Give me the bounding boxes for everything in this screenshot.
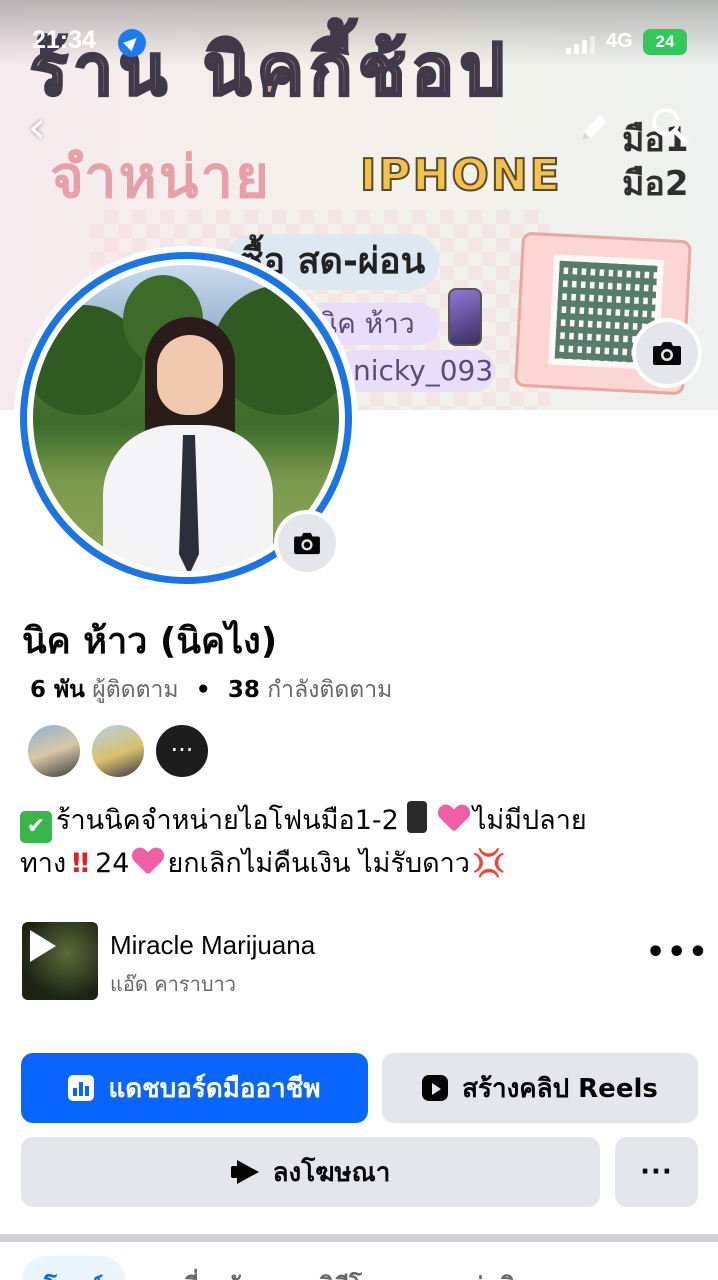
heart-icon (133, 848, 163, 876)
following-label: กำลังติดตาม (267, 677, 393, 703)
more-friends-button[interactable]: ··· (154, 723, 210, 779)
tab-more[interactable]: กลุ่มดิน (454, 1266, 531, 1280)
professional-dashboard-button[interactable]: แดชบอร์ดมืออาชีพ (21, 1053, 368, 1123)
bar-chart-icon (68, 1075, 95, 1101)
signal-bars-icon (566, 34, 596, 54)
mobile-phone-icon (406, 801, 427, 833)
profile-bio: ✔ ร้านนิคจำหน่ายไอโฟนมือ1-2 ไม่มีปลาย ทาง ‼… (20, 800, 700, 885)
edit-pencil-icon[interactable] (574, 108, 614, 148)
section-divider (0, 1234, 718, 1242)
check-mark-icon: ✔ (20, 811, 52, 843)
status-bar: 21:34 4G 24 (0, 26, 718, 62)
battery-icon: 24 (643, 29, 687, 55)
create-reels-button[interactable]: สร้างคลิป Reels (382, 1053, 698, 1123)
tab-posts[interactable]: โพสต์ (22, 1256, 125, 1280)
music-more-button[interactable]: ••• (646, 938, 708, 980)
camera-icon (653, 342, 681, 365)
bio-text-1b: ไม่มีปลาย (472, 805, 587, 836)
camera-icon (294, 532, 320, 555)
follow-stats: 6 พัน ผู้ติดตาม • 38 กำลังติดตาม (30, 672, 392, 708)
cover-camera-button[interactable] (636, 322, 698, 384)
following-link[interactable]: 38 กำลังติดตาม (228, 677, 392, 703)
dashboard-label: แดชบอร์ดมืออาชีพ (108, 1073, 321, 1104)
bio-text-2b: 24 (95, 848, 130, 879)
profile-tabs: โพสต์ เกี่ยวกับ วิดีโอ กลุ่มดิน (0, 1242, 718, 1280)
followers-link[interactable]: 6 พัน ผู้ติดตาม (30, 677, 186, 703)
avatar-camera-button[interactable] (278, 514, 336, 572)
cover-product-text: IPHONE (359, 149, 562, 202)
album-art[interactable] (22, 922, 98, 1000)
cover-sell-text: จำหน่าย (50, 143, 271, 211)
cover-line-id: nicky_093 (335, 350, 495, 392)
double-exclamation-icon: ‼ (72, 848, 90, 879)
separator-dot: • (195, 677, 211, 703)
network-type: 4G (606, 30, 633, 52)
more-options-button[interactable]: ··· (615, 1137, 698, 1207)
profile-music[interactable]: Miracle Marijuana แอ๊ด คาราบาว ••• (20, 922, 708, 1002)
reels-label: สร้างคลิป Reels (462, 1073, 658, 1104)
followers-count: 6 พัน (30, 677, 85, 703)
anger-symbol-icon: 💢 (471, 848, 506, 879)
cover-condition-2: มือ2 (622, 164, 689, 204)
followers-label: ผู้ติดตาม (92, 677, 179, 703)
song-artist: แอ๊ด คาราบาว (110, 972, 236, 996)
bio-text-2a: ทาง (20, 848, 67, 879)
friend-avatar[interactable] (26, 723, 82, 779)
status-time: 21:34 (32, 26, 96, 54)
advertise-button[interactable]: ลงโฆษณา (21, 1137, 600, 1207)
play-icon (30, 930, 56, 962)
back-arrow-icon[interactable]: ‹ (28, 106, 68, 152)
heart-icon (439, 805, 469, 833)
phone-illustration (448, 288, 482, 346)
profile-name: นิค ห้าว (นิคไง) (22, 621, 278, 662)
megaphone-icon (230, 1160, 259, 1184)
tab-about[interactable]: เกี่ยวกับ (176, 1266, 256, 1280)
bio-text-1a: ร้านนิคจำหน่ายไอโฟนมือ1-2 (56, 805, 399, 836)
reels-icon (422, 1075, 449, 1101)
ads-label: ลงโฆษณา (272, 1157, 391, 1188)
bio-text-2c: ยกเลิกไม่คืนเงิน ไม่รับดาว (167, 848, 470, 879)
song-title: Miracle Marijuana (110, 930, 316, 960)
search-icon[interactable] (648, 104, 692, 148)
friend-avatar[interactable] (90, 723, 146, 779)
following-count: 38 (227, 677, 260, 703)
location-arrow-icon (118, 29, 146, 57)
tab-videos[interactable]: วิดีโอ (320, 1266, 376, 1280)
